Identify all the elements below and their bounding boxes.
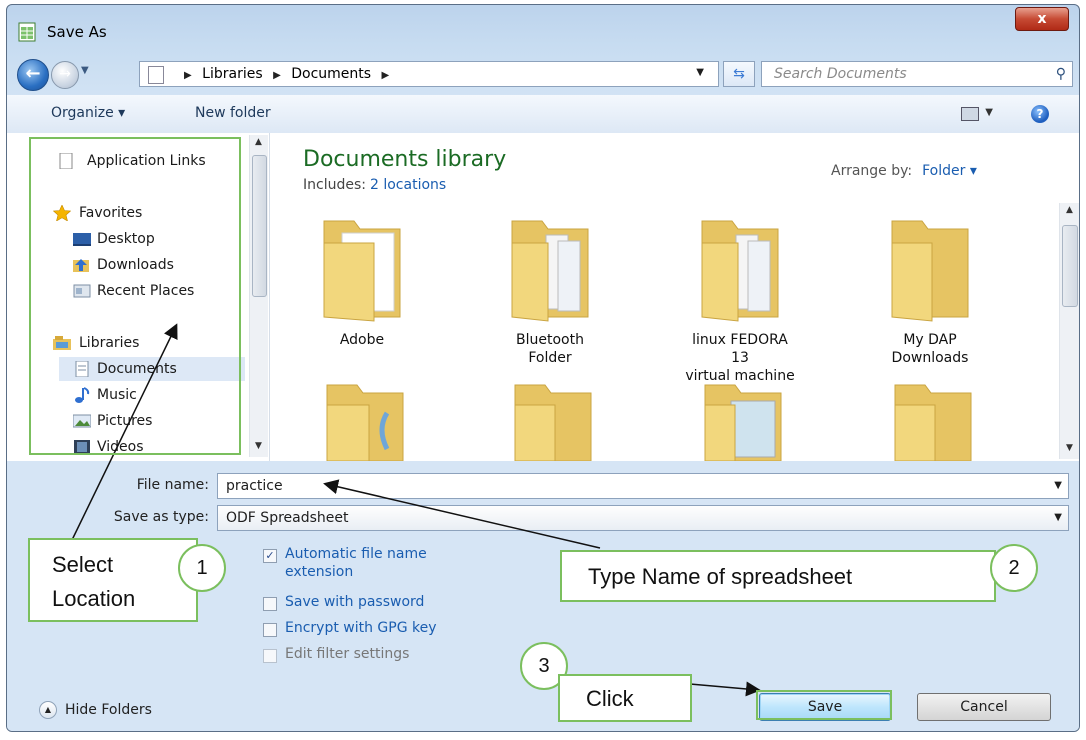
folder-with-pages-icon: [701, 220, 779, 322]
scroll-up-icon[interactable]: ▲: [1066, 205, 1073, 215]
arrange-dropdown[interactable]: Folder ▾: [922, 163, 977, 179]
forward-arrow-icon: →: [59, 66, 71, 82]
help-icon[interactable]: ?: [1031, 105, 1049, 123]
folder-with-picture-icon[interactable]: [695, 379, 791, 461]
location-page-icon: [148, 66, 164, 84]
hide-folders-button[interactable]: ▲ Hide Folders: [39, 701, 152, 719]
checkmark-icon: ✓: [265, 549, 275, 562]
arrange-by: Arrange by: Folder ▾: [831, 163, 977, 179]
arrange-label: Arrange by:: [831, 163, 913, 179]
folder-icon[interactable]: [885, 379, 981, 461]
save-type-select[interactable]: ODF Spreadsheet ▼: [217, 505, 1069, 531]
save-highlight: [756, 690, 892, 720]
auto-extension-checkbox[interactable]: ✓: [263, 549, 277, 563]
scroll-down-icon[interactable]: ▼: [255, 441, 262, 451]
includes-label: Includes:: [303, 177, 366, 193]
step-2-badge: 2: [990, 544, 1038, 592]
save-password-checkbox[interactable]: [263, 597, 277, 611]
file-name-label: File name:: [136, 477, 209, 493]
folder-item[interactable]: linux FEDORA 13 virtual machine: [685, 213, 795, 385]
search-placeholder: Search Documents: [774, 66, 907, 82]
folder-icon: [891, 220, 969, 322]
step-1-badge: 1: [178, 544, 226, 592]
folder-icon[interactable]: [317, 379, 413, 461]
edit-filter-checkbox: [263, 649, 277, 663]
window-title: Save As: [47, 23, 107, 41]
folder-item[interactable]: Adobe: [307, 213, 417, 349]
file-name-value: practice: [226, 478, 283, 494]
refresh-button[interactable]: ⇆: [723, 61, 755, 87]
command-toolbar: Organize ▾ New folder ▼ ?: [7, 95, 1079, 134]
library-title: Documents library: [303, 147, 507, 172]
save-type-dropdown-icon[interactable]: ▼: [1054, 512, 1062, 523]
forward-button[interactable]: →: [51, 61, 79, 89]
refresh-icon: ⇆: [733, 66, 745, 82]
breadcrumb-separator-icon: ▶: [381, 70, 390, 81]
location-highlight: [29, 137, 241, 455]
encrypt-gpg-checkbox[interactable]: [263, 623, 277, 637]
file-list-scrollbar[interactable]: ▲ ▼: [1059, 203, 1079, 459]
hide-folders-label: Hide Folders: [65, 702, 152, 718]
breadcrumb-separator-icon: ▶: [273, 70, 281, 81]
folder-name: Adobe: [339, 332, 385, 348]
breadcrumb: ▶ Libraries ▶ Documents ▶: [178, 66, 395, 82]
change-view-icon[interactable]: [961, 107, 979, 121]
title-bar: Save As x: [7, 5, 1079, 55]
address-dropdown-icon[interactable]: ▼: [696, 67, 704, 78]
folder-name: My DAP Downloads: [891, 332, 969, 366]
scrollbar-thumb[interactable]: [252, 155, 267, 297]
back-button[interactable]: ←: [17, 59, 49, 91]
library-includes: Includes: 2 locations: [303, 177, 446, 193]
organize-menu[interactable]: Organize ▾: [51, 105, 125, 121]
breadcrumb-libraries[interactable]: Libraries: [202, 66, 262, 82]
cancel-button[interactable]: Cancel: [917, 693, 1051, 721]
folder-item[interactable]: Bluetooth Folder: [495, 213, 605, 367]
edit-filter-label: Edit filter settings: [285, 646, 410, 662]
file-name-input[interactable]: practice ▼: [217, 473, 1069, 499]
file-name-dropdown-icon[interactable]: ▼: [1054, 480, 1062, 491]
folder-icon[interactable]: [505, 379, 601, 461]
auto-extension-label[interactable]: Automatic file name extension: [285, 545, 427, 581]
view-dropdown-icon[interactable]: ▼: [985, 107, 993, 118]
click-callout: Click: [558, 674, 692, 722]
new-folder-button[interactable]: New folder: [195, 105, 271, 121]
folder-name: linux FEDORA 13 virtual machine: [685, 332, 795, 384]
scrollbar-thumb[interactable]: [1062, 225, 1078, 307]
file-list-pane: Documents library Includes: 2 locations A…: [271, 133, 1079, 461]
folder-with-pages-icon: [511, 220, 589, 322]
back-arrow-icon: ←: [25, 63, 41, 84]
type-name-callout: Type Name of spreadsheet: [560, 550, 996, 602]
save-password-label[interactable]: Save with password: [285, 593, 424, 611]
breadcrumb-documents[interactable]: Documents: [291, 66, 371, 82]
close-button[interactable]: x: [1015, 7, 1069, 31]
collapse-up-icon: ▲: [39, 701, 57, 719]
breadcrumb-separator-icon: ▶: [184, 70, 192, 81]
folder-with-document-icon: [323, 220, 401, 322]
scroll-down-icon[interactable]: ▼: [1066, 443, 1073, 453]
folder-name: Bluetooth Folder: [516, 332, 584, 366]
search-icon[interactable]: ⚲: [1056, 66, 1066, 82]
history-dropdown-icon[interactable]: ▼: [81, 65, 89, 76]
search-input[interactable]: Search Documents ⚲: [761, 61, 1073, 87]
select-location-callout: Select Location: [28, 538, 198, 622]
save-type-label: Save as type:: [113, 509, 209, 525]
encrypt-gpg-label[interactable]: Encrypt with GPG key: [285, 619, 437, 637]
spreadsheet-app-icon: [18, 22, 36, 42]
nav-pane-scrollbar[interactable]: ▲ ▼: [249, 135, 268, 457]
address-bar[interactable]: ▶ Libraries ▶ Documents ▶ ▼: [139, 61, 719, 87]
scroll-up-icon[interactable]: ▲: [255, 137, 262, 147]
save-type-value: ODF Spreadsheet: [226, 510, 349, 526]
folder-item[interactable]: My DAP Downloads: [875, 213, 985, 367]
includes-locations-link[interactable]: 2 locations: [370, 177, 446, 193]
